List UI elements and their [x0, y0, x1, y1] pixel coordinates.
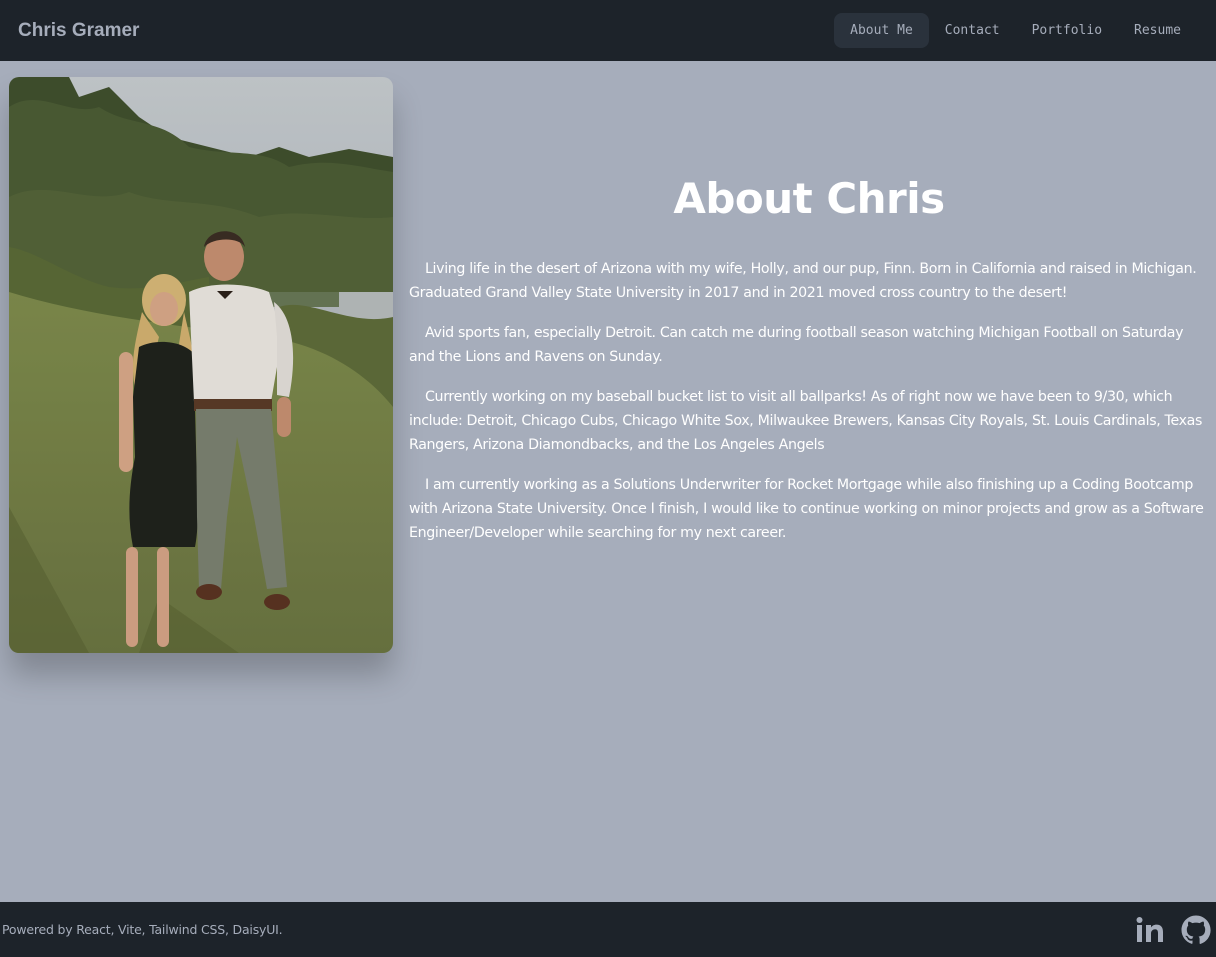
footer-credits: Powered by React, Vite, Tailwind CSS, Da…: [2, 922, 283, 937]
bio-paragraph-2: Avid sports fan, especially Detroit. Can…: [409, 325, 1184, 365]
footer: Powered by React, Vite, Tailwind CSS, Da…: [0, 902, 1216, 957]
profile-photo: [9, 77, 393, 653]
bio-paragraph-1: Living life in the desert of Arizona wit…: [409, 261, 1197, 301]
brand-link[interactable]: Chris Gramer: [18, 20, 139, 42]
nav-about-me[interactable]: About Me: [834, 13, 929, 48]
github-icon[interactable]: [1180, 914, 1212, 946]
nav-resume[interactable]: Resume: [1118, 13, 1197, 48]
bio-paragraph-4: I am currently working as a Solutions Un…: [409, 477, 1204, 541]
couple-portrait-photo: [9, 77, 393, 653]
main-content: About Chris Living life in the desert of…: [0, 61, 1216, 902]
about-section: About Chris Living life in the desert of…: [409, 171, 1209, 561]
linkedin-icon[interactable]: [1134, 914, 1166, 946]
social-links: [1134, 914, 1212, 946]
nav-portfolio[interactable]: Portfolio: [1016, 13, 1118, 48]
bio-paragraph-3: Currently working on my baseball bucket …: [409, 389, 1203, 453]
page-title: About Chris: [673, 174, 945, 223]
nav-menu: About Me Contact Portfolio Resume: [834, 13, 1197, 48]
nav-contact[interactable]: Contact: [929, 13, 1016, 48]
navbar: Chris Gramer About Me Contact Portfolio …: [0, 0, 1216, 61]
